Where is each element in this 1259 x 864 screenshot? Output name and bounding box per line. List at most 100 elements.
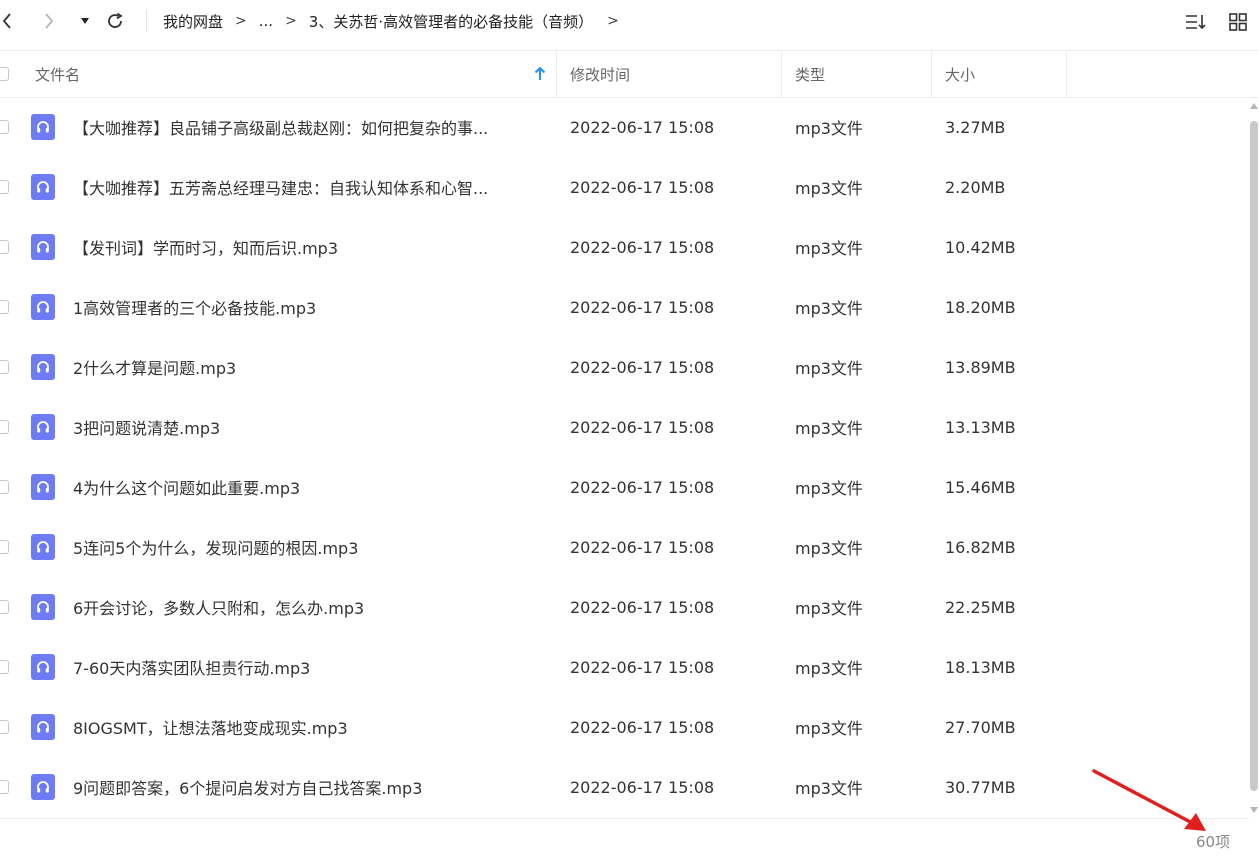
file-row[interactable]: 9问题即答案，6个提问启发对方自己找答案.mp3 2022-06-17 15:0… bbox=[0, 757, 1249, 817]
file-name[interactable]: 【大咖推荐】五芳斋总经理马建忠：自我认知体系和心智... bbox=[73, 157, 543, 217]
file-name[interactable]: 【大咖推荐】良品铺子高级副总裁赵刚：如何把复杂的事... bbox=[73, 97, 543, 157]
column-header-name[interactable]: 文件名 bbox=[35, 51, 555, 97]
audio-file-icon bbox=[31, 174, 55, 200]
row-checkbox[interactable] bbox=[0, 480, 9, 494]
scroll-up-arrow-icon[interactable] bbox=[1250, 103, 1258, 109]
file-type: mp3文件 bbox=[795, 479, 863, 498]
file-row[interactable]: 4为什么这个问题如此重要.mp3 2022-06-17 15:08 mp3文件 … bbox=[0, 457, 1249, 517]
file-row[interactable]: 8IOGSMT，让想法落地变成现实.mp3 2022-06-17 15:08 m… bbox=[0, 697, 1249, 757]
file-name[interactable]: 3把问题说清楚.mp3 bbox=[73, 397, 543, 457]
file-name[interactable]: 1高效管理者的三个必备技能.mp3 bbox=[73, 277, 543, 337]
file-size: 30.77MB bbox=[945, 777, 1016, 797]
audio-file-icon bbox=[31, 534, 55, 560]
file-row[interactable]: 【大咖推荐】五芳斋总经理马建忠：自我认知体系和心智... 2022-06-17 … bbox=[0, 157, 1249, 217]
row-checkbox[interactable] bbox=[0, 120, 9, 134]
file-modified-time: 2022-06-17 15:08 bbox=[570, 597, 715, 617]
scroll-thumb[interactable] bbox=[1250, 121, 1258, 791]
file-type: mp3文件 bbox=[795, 419, 863, 438]
row-checkbox[interactable] bbox=[0, 720, 9, 734]
file-list-header: 文件名 修改时间 类型 大小 bbox=[0, 50, 1259, 98]
row-checkbox[interactable] bbox=[0, 660, 9, 674]
file-size: 16.82MB bbox=[945, 537, 1016, 557]
back-button[interactable] bbox=[0, 8, 14, 34]
file-size: 27.70MB bbox=[945, 717, 1016, 737]
sort-button[interactable] bbox=[1183, 10, 1209, 34]
row-checkbox[interactable] bbox=[0, 300, 9, 314]
refresh-button[interactable] bbox=[104, 8, 126, 34]
column-divider[interactable] bbox=[781, 51, 782, 97]
row-checkbox[interactable] bbox=[0, 540, 9, 554]
toolbar: 我的网盘 > ... > 3、关苏哲·高效管理者的必备技能（音频） > bbox=[0, 0, 1259, 44]
file-type: mp3文件 bbox=[795, 539, 863, 558]
file-name[interactable]: 6开会讨论，多数人只附和，怎么办.mp3 bbox=[73, 577, 543, 637]
audio-file-icon bbox=[31, 594, 55, 620]
grid-view-button[interactable] bbox=[1225, 10, 1251, 34]
column-header-size[interactable]: 大小 bbox=[945, 51, 1055, 97]
file-size: 15.46MB bbox=[945, 477, 1016, 497]
audio-file-icon bbox=[31, 474, 55, 500]
forward-icon bbox=[45, 13, 54, 29]
file-name[interactable]: 5连问5个为什么，发现问题的根因.mp3 bbox=[73, 517, 543, 577]
file-type: mp3文件 bbox=[795, 719, 863, 738]
forward-button[interactable] bbox=[42, 8, 56, 34]
file-size: 22.25MB bbox=[945, 597, 1016, 617]
file-size: 18.20MB bbox=[945, 297, 1016, 317]
file-name[interactable]: 9问题即答案，6个提问启发对方自己找答案.mp3 bbox=[73, 757, 543, 817]
file-size: 18.13MB bbox=[945, 657, 1016, 677]
file-row[interactable]: 2什么才算是问题.mp3 2022-06-17 15:08 mp3文件 13.8… bbox=[0, 337, 1249, 397]
file-row[interactable]: 1高效管理者的三个必备技能.mp3 2022-06-17 15:08 mp3文件… bbox=[0, 277, 1249, 337]
sort-icon bbox=[1186, 15, 1206, 30]
file-type: mp3文件 bbox=[795, 359, 863, 378]
file-row[interactable]: 3把问题说清楚.mp3 2022-06-17 15:08 mp3文件 13.13… bbox=[0, 397, 1249, 457]
audio-file-icon bbox=[31, 354, 55, 380]
column-header-type-label: 类型 bbox=[795, 65, 826, 84]
breadcrumb-current[interactable]: 3、关苏哲·高效管理者的必备技能（音频） bbox=[309, 11, 593, 32]
column-divider[interactable] bbox=[556, 51, 557, 97]
file-name[interactable]: 4为什么这个问题如此重要.mp3 bbox=[73, 457, 543, 517]
row-checkbox[interactable] bbox=[0, 240, 9, 254]
audio-file-icon bbox=[31, 114, 55, 140]
row-checkbox[interactable] bbox=[0, 420, 9, 434]
column-header-modified[interactable]: 修改时间 bbox=[570, 51, 770, 97]
file-size: 2.20MB bbox=[945, 177, 1006, 197]
breadcrumb-trail-separator[interactable]: > bbox=[607, 13, 619, 29]
file-name[interactable]: 【发刊词】学而时习，知而后识.mp3 bbox=[73, 217, 543, 277]
file-size: 13.13MB bbox=[945, 417, 1016, 437]
file-row[interactable]: 5连问5个为什么，发现问题的根因.mp3 2022-06-17 15:08 mp… bbox=[0, 517, 1249, 577]
audio-file-icon bbox=[31, 414, 55, 440]
file-name[interactable]: 8IOGSMT，让想法落地变成现实.mp3 bbox=[73, 697, 543, 757]
sort-up-arrow-icon bbox=[534, 67, 546, 80]
file-modified-time: 2022-06-17 15:08 bbox=[570, 177, 715, 197]
toolbar-divider bbox=[146, 10, 147, 32]
vertical-scrollbar[interactable] bbox=[1249, 97, 1259, 817]
column-divider[interactable] bbox=[1066, 51, 1067, 97]
file-name[interactable]: 7-60天内落实团队担责行动.mp3 bbox=[73, 637, 543, 697]
back-icon bbox=[2, 13, 11, 29]
file-row[interactable]: 7-60天内落实团队担责行动.mp3 2022-06-17 15:08 mp3文… bbox=[0, 637, 1249, 697]
grid-view-icon bbox=[1229, 13, 1247, 31]
history-dropdown[interactable] bbox=[78, 8, 92, 34]
audio-file-icon bbox=[31, 294, 55, 320]
file-modified-time: 2022-06-17 15:08 bbox=[570, 477, 715, 497]
select-all-checkbox[interactable] bbox=[0, 67, 9, 81]
row-checkbox[interactable] bbox=[0, 180, 9, 194]
row-checkbox[interactable] bbox=[0, 360, 9, 374]
file-row[interactable]: 6开会讨论，多数人只附和，怎么办.mp3 2022-06-17 15:08 mp… bbox=[0, 577, 1249, 637]
file-size: 13.89MB bbox=[945, 357, 1016, 377]
column-divider[interactable] bbox=[931, 51, 932, 97]
file-name[interactable]: 2什么才算是问题.mp3 bbox=[73, 337, 543, 397]
breadcrumb-root[interactable]: 我的网盘 bbox=[163, 11, 223, 32]
audio-file-icon bbox=[31, 234, 55, 260]
file-type: mp3文件 bbox=[795, 119, 863, 138]
file-row[interactable]: 【发刊词】学而时习，知而后识.mp3 2022-06-17 15:08 mp3文… bbox=[0, 217, 1249, 277]
breadcrumb-separator: > bbox=[235, 13, 247, 29]
file-row[interactable]: 【大咖推荐】良品铺子高级副总裁赵刚：如何把复杂的事... 2022-06-17 … bbox=[0, 97, 1249, 157]
file-type: mp3文件 bbox=[795, 659, 863, 678]
scroll-down-arrow-icon[interactable] bbox=[1250, 807, 1258, 813]
column-header-size-label: 大小 bbox=[945, 65, 976, 84]
column-header-type[interactable]: 类型 bbox=[795, 51, 915, 97]
row-checkbox[interactable] bbox=[0, 780, 9, 794]
file-list: 【大咖推荐】良品铺子高级副总裁赵刚：如何把复杂的事... 2022-06-17 … bbox=[0, 97, 1249, 817]
breadcrumb-ellipsis[interactable]: ... bbox=[259, 12, 273, 30]
row-checkbox[interactable] bbox=[0, 600, 9, 614]
